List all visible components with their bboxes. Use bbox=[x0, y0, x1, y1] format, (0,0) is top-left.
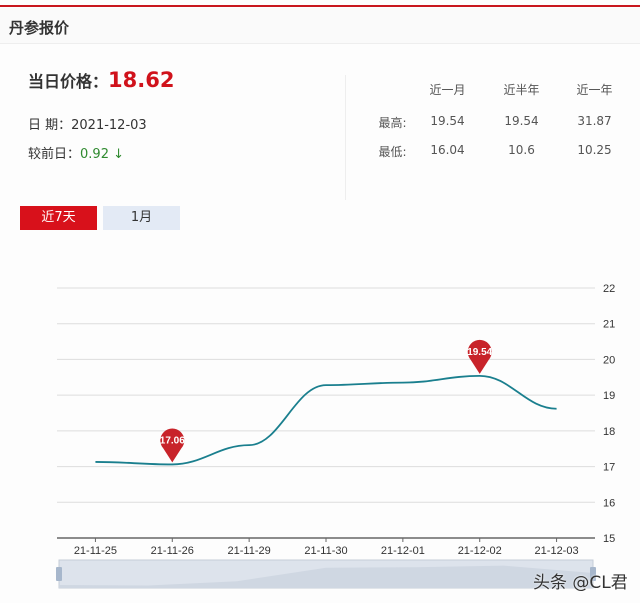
y-tick-label: 15 bbox=[603, 533, 615, 545]
zoom-handle-left bbox=[56, 567, 62, 581]
x-tick-label: 21-11-30 bbox=[304, 545, 347, 557]
y-tick-label: 21 bbox=[603, 319, 615, 331]
y-tick-label: 19 bbox=[603, 390, 615, 402]
x-tick-label: 21-11-25 bbox=[74, 545, 117, 557]
x-tick-label: 21-11-26 bbox=[151, 545, 194, 557]
watermark: 头条 @CL君 bbox=[533, 573, 628, 593]
y-tick-label: 16 bbox=[603, 497, 615, 509]
x-tick-label: 21-11-29 bbox=[228, 545, 271, 557]
x-tick-label: 21-12-02 bbox=[458, 545, 502, 557]
marker-label: 17.06 bbox=[160, 435, 185, 446]
x-tick-label: 21-12-01 bbox=[381, 545, 425, 557]
x-tick-label: 21-12-03 bbox=[535, 545, 579, 557]
price-chart: 15 16 17 18 19 20 21 22 21-11-25 21-11-26 21-11-29… bbox=[56, 283, 615, 589]
price-line bbox=[95, 374, 557, 466]
y-tick-label: 20 bbox=[603, 354, 615, 366]
marker-label: 19.54 bbox=[467, 347, 492, 358]
y-tick-label: 22 bbox=[603, 283, 615, 295]
y-tick-label: 18 bbox=[603, 426, 615, 438]
y-tick-label: 17 bbox=[603, 462, 615, 474]
